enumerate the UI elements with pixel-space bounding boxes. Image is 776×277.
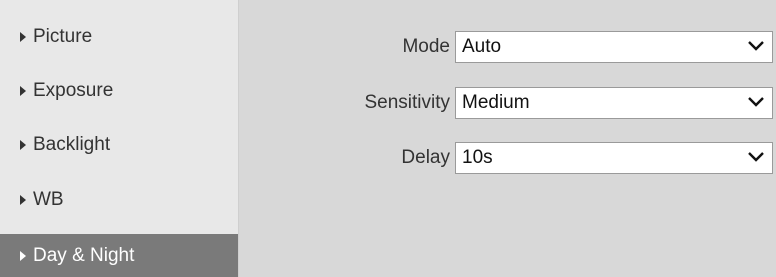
delay-label: Delay [401, 147, 450, 168]
sensitivity-label: Sensitivity [364, 92, 450, 113]
sidebar-item-label: WB [33, 189, 64, 210]
sensitivity-select-value: Medium [462, 92, 530, 113]
sidebar-item-exposure[interactable]: Exposure [0, 71, 238, 111]
triangle-right-icon [20, 140, 26, 150]
sensitivity-select[interactable]: Medium [455, 87, 773, 119]
triangle-right-icon [20, 250, 26, 261]
delay-select-value: 10s [462, 147, 493, 168]
triangle-right-icon [20, 32, 26, 42]
sidebar-item-wb[interactable]: WB [0, 180, 238, 220]
triangle-right-icon [20, 86, 26, 96]
chevron-down-icon [748, 41, 764, 51]
mode-select-value: Auto [462, 36, 502, 57]
chevron-down-icon [748, 97, 764, 107]
settings-panel: Mode Auto Sensitivity Medium Delay 10s [239, 0, 776, 277]
mode-select[interactable]: Auto [455, 31, 773, 63]
sidebar-item-backlight[interactable]: Backlight [0, 125, 238, 165]
mode-label: Mode [402, 36, 450, 57]
triangle-right-icon [20, 195, 26, 205]
mode-row: Mode Auto [239, 30, 776, 64]
sidebar-item-picture[interactable]: Picture [0, 17, 238, 57]
sensitivity-row: Sensitivity Medium [239, 86, 776, 120]
sidebar-item-label: Backlight [33, 134, 111, 155]
sidebar-menu: Picture Exposure Backlight WB Day & Nigh… [0, 0, 239, 277]
sidebar-item-day-night[interactable]: Day & Night [0, 234, 238, 277]
sidebar-item-label: Day & Night [33, 245, 135, 266]
delay-row: Delay 10s [239, 141, 776, 175]
delay-select[interactable]: 10s [455, 142, 773, 174]
sidebar-item-label: Picture [33, 26, 93, 47]
sidebar-item-label: Exposure [33, 80, 114, 101]
chevron-down-icon [748, 152, 764, 162]
